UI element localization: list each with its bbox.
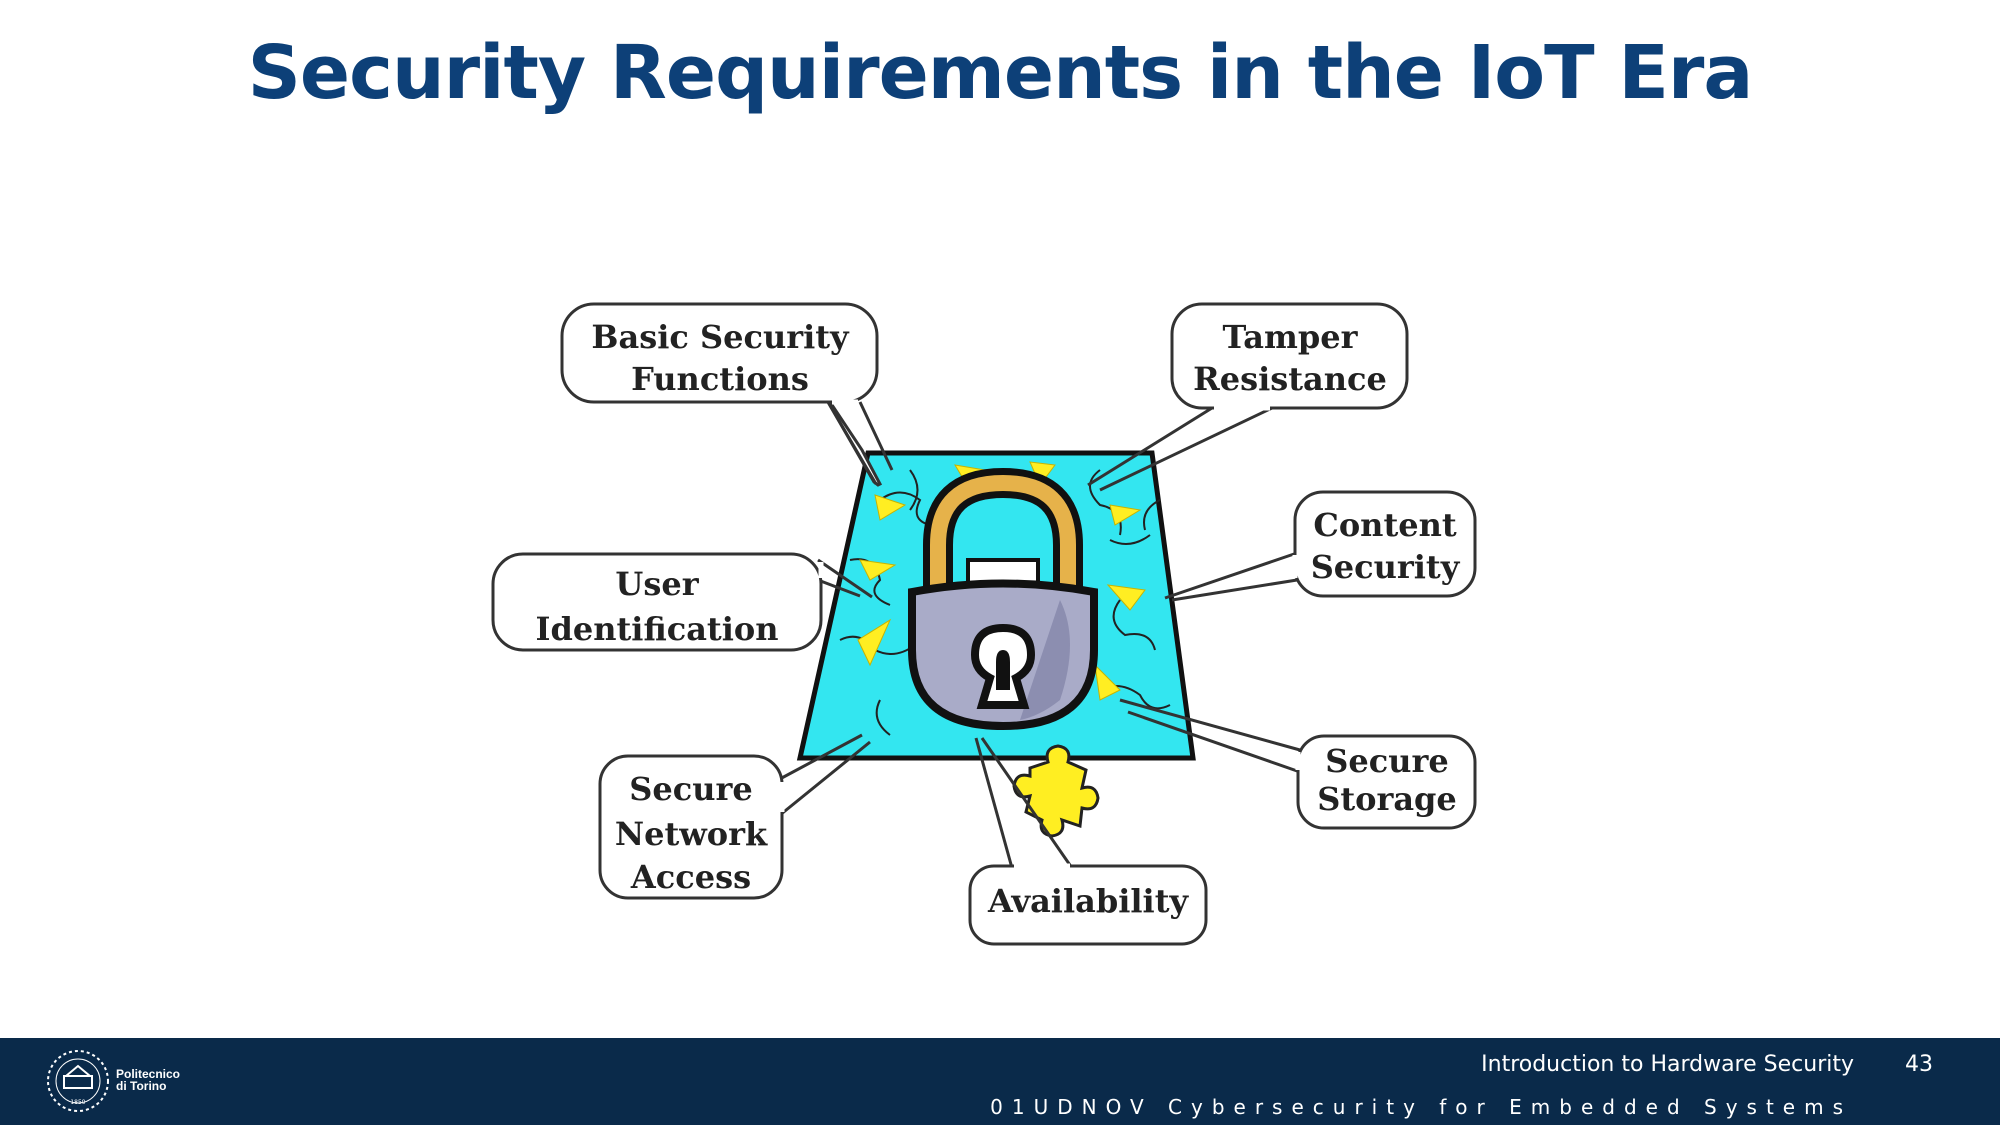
seal-icon: 1859 [47, 1050, 109, 1112]
callout-availability: Availability [968, 737, 1208, 946]
callout-secure-network-access-line-3: Access [630, 858, 751, 896]
logo-line-2: di Torino [116, 1079, 167, 1093]
callout-content-security: Content Security [1164, 490, 1477, 602]
callout-user-identification: User Identification [491, 552, 873, 652]
security-requirements-diagram: Basic Security Functions Tamper Resistan… [491, 302, 1477, 946]
callout-tamper-resistance-line-1: Tamper [1223, 318, 1359, 356]
callout-secure-network-access-line-1: Secure [629, 770, 752, 808]
callout-basic-security-functions: Basic Security Functions [560, 302, 894, 487]
callout-user-identification-line-2: Identification [536, 610, 779, 648]
callout-basic-security-functions-line-2: Functions [631, 360, 809, 398]
slide-footer: 1859 Politecnico di Torino Introduction … [0, 1038, 2000, 1125]
callout-content-security-line-1: Content [1313, 506, 1456, 544]
callout-tamper-resistance-line-2: Resistance [1193, 360, 1387, 398]
callout-content-security-line-2: Security [1311, 548, 1461, 586]
logo-year: 1859 [70, 1099, 85, 1106]
university-logo: 1859 Politecnico di Torino [44, 1046, 204, 1116]
callout-secure-storage-line-1: Secure [1325, 742, 1448, 780]
callout-basic-security-functions-line-1: Basic Security [591, 318, 850, 356]
callout-availability-line-1: Availability [987, 882, 1190, 920]
page-number: 43 [1905, 1052, 1933, 1077]
callout-secure-network-access-line-2: Network [615, 815, 768, 853]
callout-user-identification-line-1: User [615, 565, 699, 603]
course-code: 01UDNOV Cybersecurity for Embedded Syste… [990, 1095, 1852, 1119]
course-title: Introduction to Hardware Security [1481, 1052, 1854, 1077]
callout-secure-storage-line-2: Storage [1317, 780, 1457, 818]
